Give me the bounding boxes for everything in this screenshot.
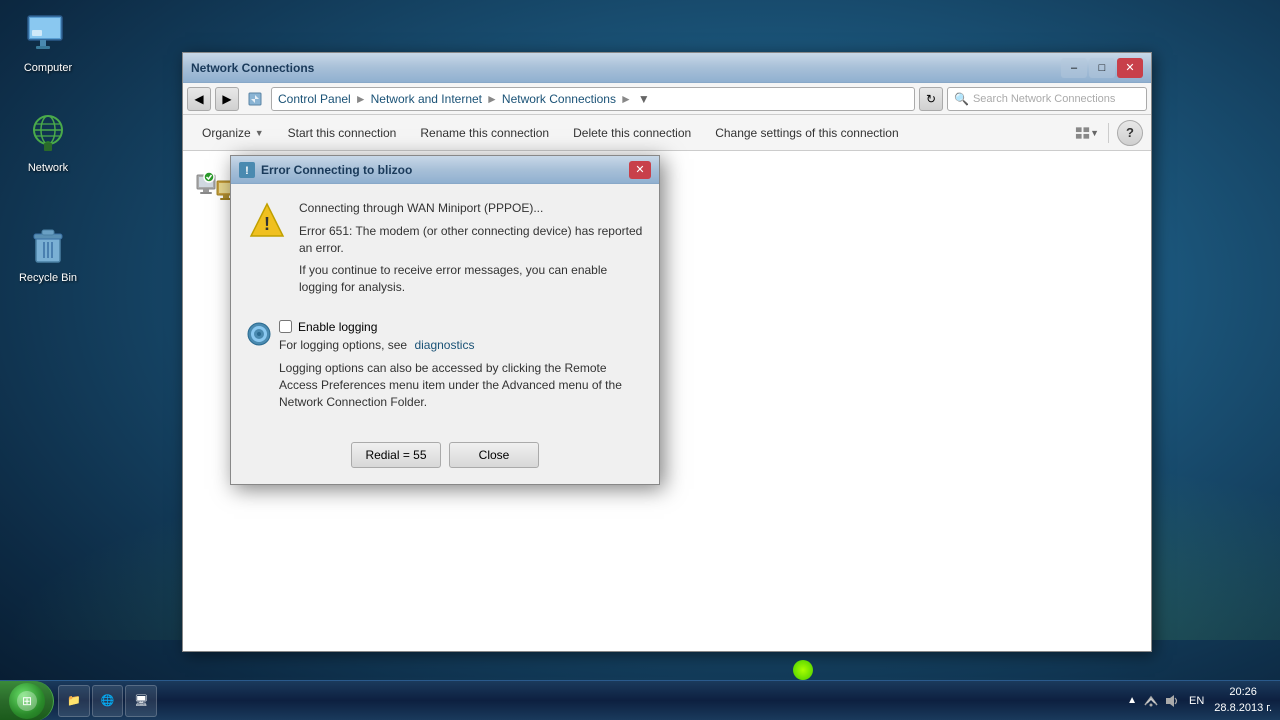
breadcrumb-bar: Control Panel ► Network and Internet ► N… xyxy=(271,87,915,111)
error-message: Error 651: The modem (or other connectin… xyxy=(299,223,643,257)
breadcrumb-control-panel[interactable]: Control Panel xyxy=(278,92,351,106)
tray-icons xyxy=(1143,693,1179,709)
recycle-icon xyxy=(24,220,72,268)
breadcrumb-sep-3: ► xyxy=(620,92,632,106)
taskbar: ⊞ 📁 🌐 🖥 ▲ xyxy=(0,680,1280,720)
taskbar-item-display[interactable]: 🖥 xyxy=(125,685,157,717)
forward-button[interactable]: ▶ xyxy=(215,87,239,111)
search-placeholder: Search Network Connections xyxy=(973,93,1115,105)
desktop-icon-recycle[interactable]: Recycle Bin xyxy=(8,220,88,284)
breadcrumb-dropdown[interactable]: ▼ xyxy=(636,89,652,109)
tray-date: 28.8.2013 г. xyxy=(1214,701,1272,716)
breadcrumb-network-internet[interactable]: Network and Internet xyxy=(371,92,482,106)
tray-time: 20:26 xyxy=(1214,685,1272,700)
logging-icon xyxy=(247,322,271,346)
start-orb: ⊞ xyxy=(9,683,45,719)
desktop-icon-network[interactable]: Network xyxy=(8,110,88,174)
tray-expand-arrow[interactable]: ▲ xyxy=(1127,695,1137,706)
help-button[interactable]: ? xyxy=(1117,120,1143,146)
maximize-button[interactable]: □ xyxy=(1089,58,1115,78)
change-settings-button[interactable]: Change settings of this connection xyxy=(704,119,909,147)
dialog-messages: Connecting through WAN Miniport (PPPOE).… xyxy=(299,200,643,308)
tray-language: EN xyxy=(1189,695,1204,707)
logging-link-text: For logging options, see diagnostics xyxy=(279,338,643,352)
refresh-button[interactable]: ↻ xyxy=(919,87,943,111)
dialog-title-left: ! Error Connecting to blizoo xyxy=(239,162,412,178)
display-taskbar-icon: 🖥 xyxy=(134,694,148,707)
enable-logging-label[interactable]: Enable logging xyxy=(298,320,377,334)
search-bar[interactable]: 🔍 Search Network Connections xyxy=(947,87,1147,111)
connecting-message: Connecting through WAN Miniport (PPPOE).… xyxy=(299,200,643,217)
recent-button[interactable] xyxy=(243,91,267,107)
start-connection-button[interactable]: Start this connection xyxy=(277,119,408,147)
close-dialog-button[interactable]: Close xyxy=(449,442,539,468)
tray-clock: 20:26 28.8.2013 г. xyxy=(1214,685,1272,716)
computer-icon xyxy=(24,10,72,58)
redial-button[interactable]: Redial = 55 xyxy=(351,442,441,468)
toolbar: Organize ▼ Start this connection Rename … xyxy=(183,115,1151,151)
view-dropdown-arrow: ▼ xyxy=(1090,128,1099,138)
back-button[interactable]: ◀ xyxy=(187,87,211,111)
address-bar: ◀ ▶ Control Panel ► Network and Internet… xyxy=(183,83,1151,115)
delete-connection-button[interactable]: Delete this connection xyxy=(562,119,702,147)
window-titlebar: Network Connections – □ ✕ xyxy=(183,53,1151,83)
dialog-buttons: Redial = 55 Close xyxy=(247,434,643,468)
search-icon: 🔍 xyxy=(954,92,969,106)
logging-right: Enable logging For logging options, see … xyxy=(279,320,643,426)
dialog-content: ! Connecting through WAN Miniport (PPPOE… xyxy=(231,184,659,484)
dialog-title-icon: ! xyxy=(239,162,255,178)
svg-text:!: ! xyxy=(264,214,270,234)
close-window-button[interactable]: ✕ xyxy=(1117,58,1143,78)
desktop: Computer Network xyxy=(0,0,1280,720)
breadcrumb-sep-2: ► xyxy=(486,92,498,106)
dialog-main-row: ! Connecting through WAN Miniport (PPPOE… xyxy=(247,200,643,308)
network-icon-label: Network xyxy=(28,162,68,174)
desktop-icon-computer[interactable]: Computer xyxy=(8,10,88,74)
dialog-close-button[interactable]: ✕ xyxy=(629,161,651,179)
breadcrumb-network-connections[interactable]: Network Connections xyxy=(502,92,616,106)
breadcrumb-sep-1: ► xyxy=(355,92,367,106)
window-title: Network Connections xyxy=(191,61,314,75)
start-button[interactable]: ⊞ xyxy=(0,681,54,720)
files-taskbar-icon: 📁 xyxy=(67,694,81,707)
browser-taskbar-icon: 🌐 xyxy=(101,694,115,707)
taskbar-tray: ▲ EN 20:26 28.8.2013 г. xyxy=(1119,685,1280,716)
mouse-cursor xyxy=(793,660,813,680)
network-tray-icon xyxy=(1143,693,1159,709)
svg-text:!: ! xyxy=(245,165,249,177)
taskbar-item-browser[interactable]: 🌐 xyxy=(92,685,124,717)
volume-tray-icon xyxy=(1163,693,1179,709)
dialog-title-text: Error Connecting to blizoo xyxy=(261,163,412,177)
logging-section: Enable logging For logging options, see … xyxy=(247,320,643,426)
dialog-titlebar: ! Error Connecting to blizoo ✕ xyxy=(231,156,659,184)
network-desktop-icon xyxy=(24,110,72,158)
toolbar-right: ▼ ? xyxy=(1074,120,1143,146)
logging-note: Logging options can also be accessed by … xyxy=(279,360,643,410)
taskbar-items: 📁 🌐 🖥 xyxy=(54,685,1119,717)
organize-button[interactable]: Organize ▼ xyxy=(191,119,275,147)
window-controls: – □ ✕ xyxy=(1061,58,1143,78)
minimize-button[interactable]: – xyxy=(1061,58,1087,78)
svg-text:⊞: ⊞ xyxy=(21,694,31,708)
warning-icon: ! xyxy=(247,200,287,240)
toolbar-separator xyxy=(1108,123,1109,143)
view-options-button[interactable]: ▼ xyxy=(1074,120,1100,146)
enable-logging-checkbox[interactable] xyxy=(279,320,292,333)
recycle-icon-label: Recycle Bin xyxy=(19,272,77,284)
rename-connection-button[interactable]: Rename this connection xyxy=(409,119,560,147)
computer-icon-label: Computer xyxy=(24,62,72,74)
taskbar-item-files[interactable]: 📁 xyxy=(58,685,90,717)
organize-dropdown-arrow: ▼ xyxy=(255,128,264,138)
hint-message: If you continue to receive error message… xyxy=(299,262,643,296)
diagnostics-link[interactable]: diagnostics xyxy=(414,338,474,352)
logging-checkbox-row: Enable logging xyxy=(279,320,643,334)
error-dialog: ! Error Connecting to blizoo ✕ ! Connect… xyxy=(230,155,660,485)
